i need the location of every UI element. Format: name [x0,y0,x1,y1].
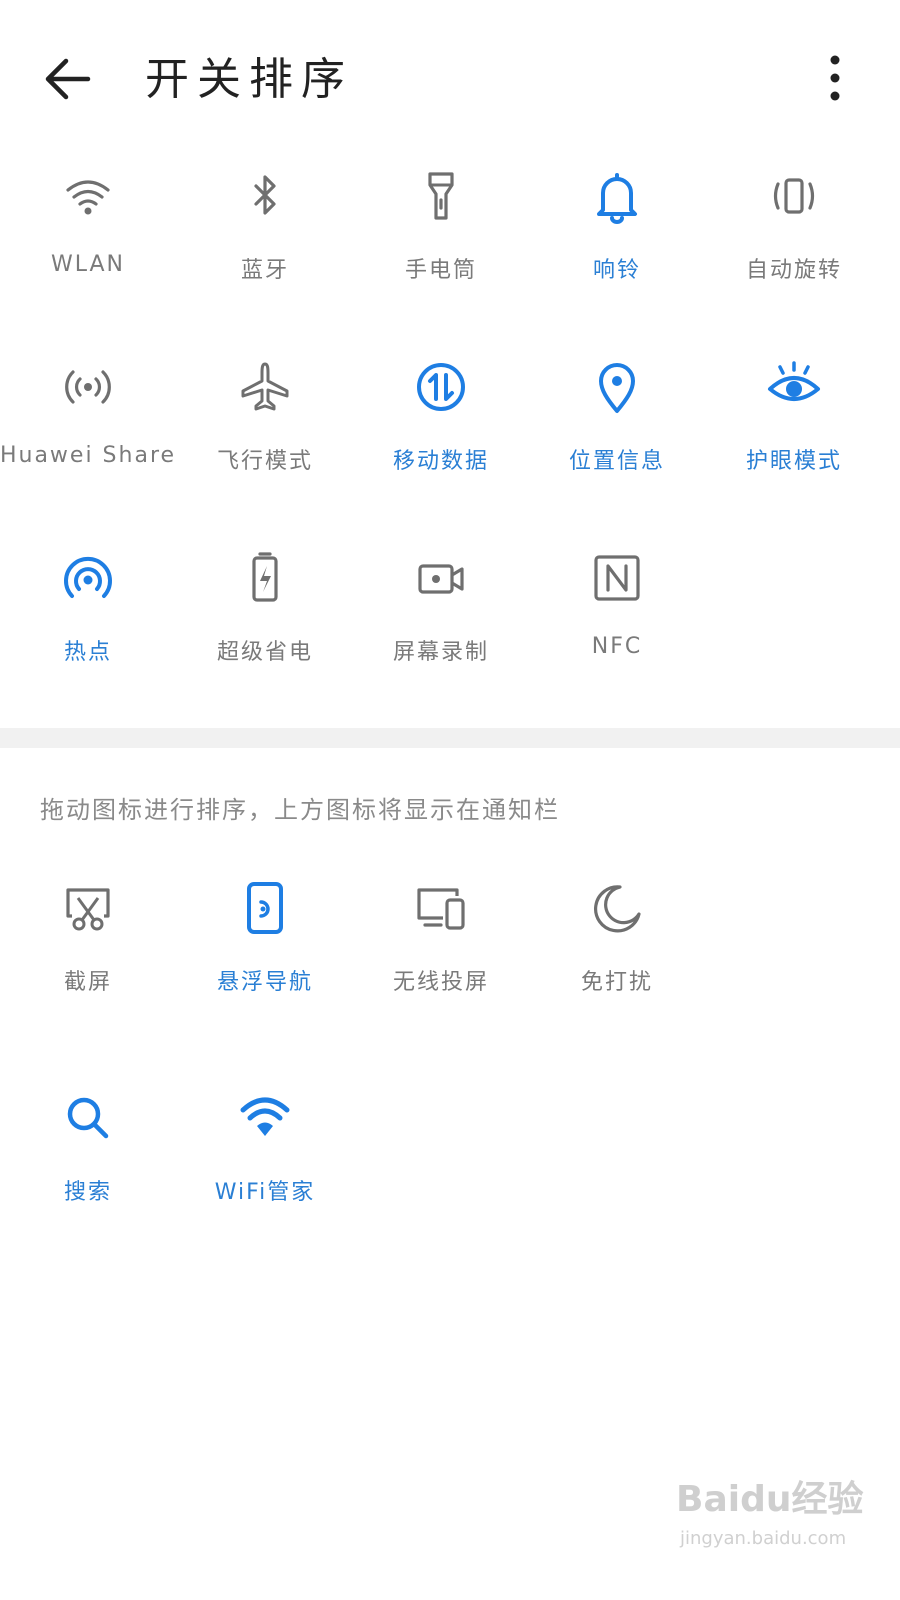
tile-label: 屏幕录制 [392,640,489,665]
watermark-url: jingyan.baidu.com [680,1528,847,1549]
screenshot-icon [58,878,118,938]
watermark-logo: Baidu经验 [676,1479,864,1520]
tile-label: 响铃 [592,258,641,283]
eye-icon [764,357,824,417]
tile-huawei-share[interactable]: Huawei Share [0,357,178,507]
page-title: 开关排序 [145,54,353,105]
tile-label: 超级省电 [216,640,313,665]
tile-screenshot[interactable]: 截屏 [0,878,178,1028]
bluetooth-icon [235,166,295,226]
location-icon [587,357,647,417]
flashlight-icon [411,166,471,226]
tile-label: 热点 [63,640,112,665]
tile-label: NFC [591,634,643,659]
back-button[interactable] [38,50,98,110]
huawei-share-icon [58,357,118,417]
tile-wifi[interactable]: WLAN [0,166,178,316]
tile-label: 移动数据 [392,449,489,474]
tile-location[interactable]: 位置信息 [527,357,707,507]
watermark: Baidu经验 jingyan.baidu.com [676,1470,876,1580]
tile-bell[interactable]: 响铃 [527,166,707,316]
tile-flashlight[interactable]: 手电筒 [351,166,531,316]
tile-wifi-manager[interactable]: WiFi管家 [175,1088,355,1238]
tile-label: WiFi管家 [214,1180,316,1205]
tile-label: WLAN [50,252,126,277]
tile-label: 无线投屏 [392,970,489,995]
tile-wireless-projection[interactable]: 无线投屏 [351,878,531,1028]
tile-label: 蓝牙 [240,258,289,283]
tile-eye[interactable]: 护眼模式 [704,357,884,507]
screen-record-icon [411,548,471,608]
section-divider [0,728,900,748]
wifi-icon [58,166,118,226]
tile-moon[interactable]: 免打扰 [527,878,707,1028]
tile-label: 护眼模式 [745,449,842,474]
tile-nfc[interactable]: NFC [527,548,707,698]
tile-hotspot[interactable]: 热点 [0,548,178,698]
tile-search[interactable]: 搜索 [0,1088,178,1238]
sort-hint: 拖动图标进行排序，上方图标将显示在通知栏 [40,796,560,824]
tile-label: 免打扰 [580,970,653,995]
tile-airplane[interactable]: 飞行模式 [175,357,355,507]
tile-label: 手电筒 [404,258,477,283]
airplane-icon [235,357,295,417]
tile-label: 自动旋转 [745,258,842,283]
tile-screen-record[interactable]: 屏幕录制 [351,548,531,698]
tile-bluetooth[interactable]: 蓝牙 [175,166,355,316]
bell-icon [587,166,647,226]
tile-label: 位置信息 [568,449,665,474]
mobile-data-icon [411,357,471,417]
nfc-icon [587,548,647,608]
tile-label: 飞行模式 [216,449,313,474]
battery-saver-icon [235,548,295,608]
header: 开关排序 [0,0,900,160]
rotate-icon [764,166,824,226]
tile-battery-saver[interactable]: 超级省电 [175,548,355,698]
more-options-button[interactable] [820,50,850,110]
back-arrow-icon [45,58,91,100]
search-icon [58,1088,118,1148]
moon-icon [587,878,647,938]
tile-mobile-data[interactable]: 移动数据 [351,357,531,507]
floating-nav-icon [235,878,295,938]
tile-label: Huawei Share [0,443,177,468]
tile-label: 悬浮导航 [216,970,313,995]
more-vertical-icon [830,55,840,101]
tile-label: 搜索 [63,1180,112,1205]
wireless-projection-icon [411,878,471,938]
wifi-manager-icon [235,1088,295,1148]
hotspot-icon [58,548,118,608]
tile-floating-nav[interactable]: 悬浮导航 [175,878,355,1028]
tile-rotate[interactable]: 自动旋转 [704,166,884,316]
tile-label: 截屏 [63,970,112,995]
